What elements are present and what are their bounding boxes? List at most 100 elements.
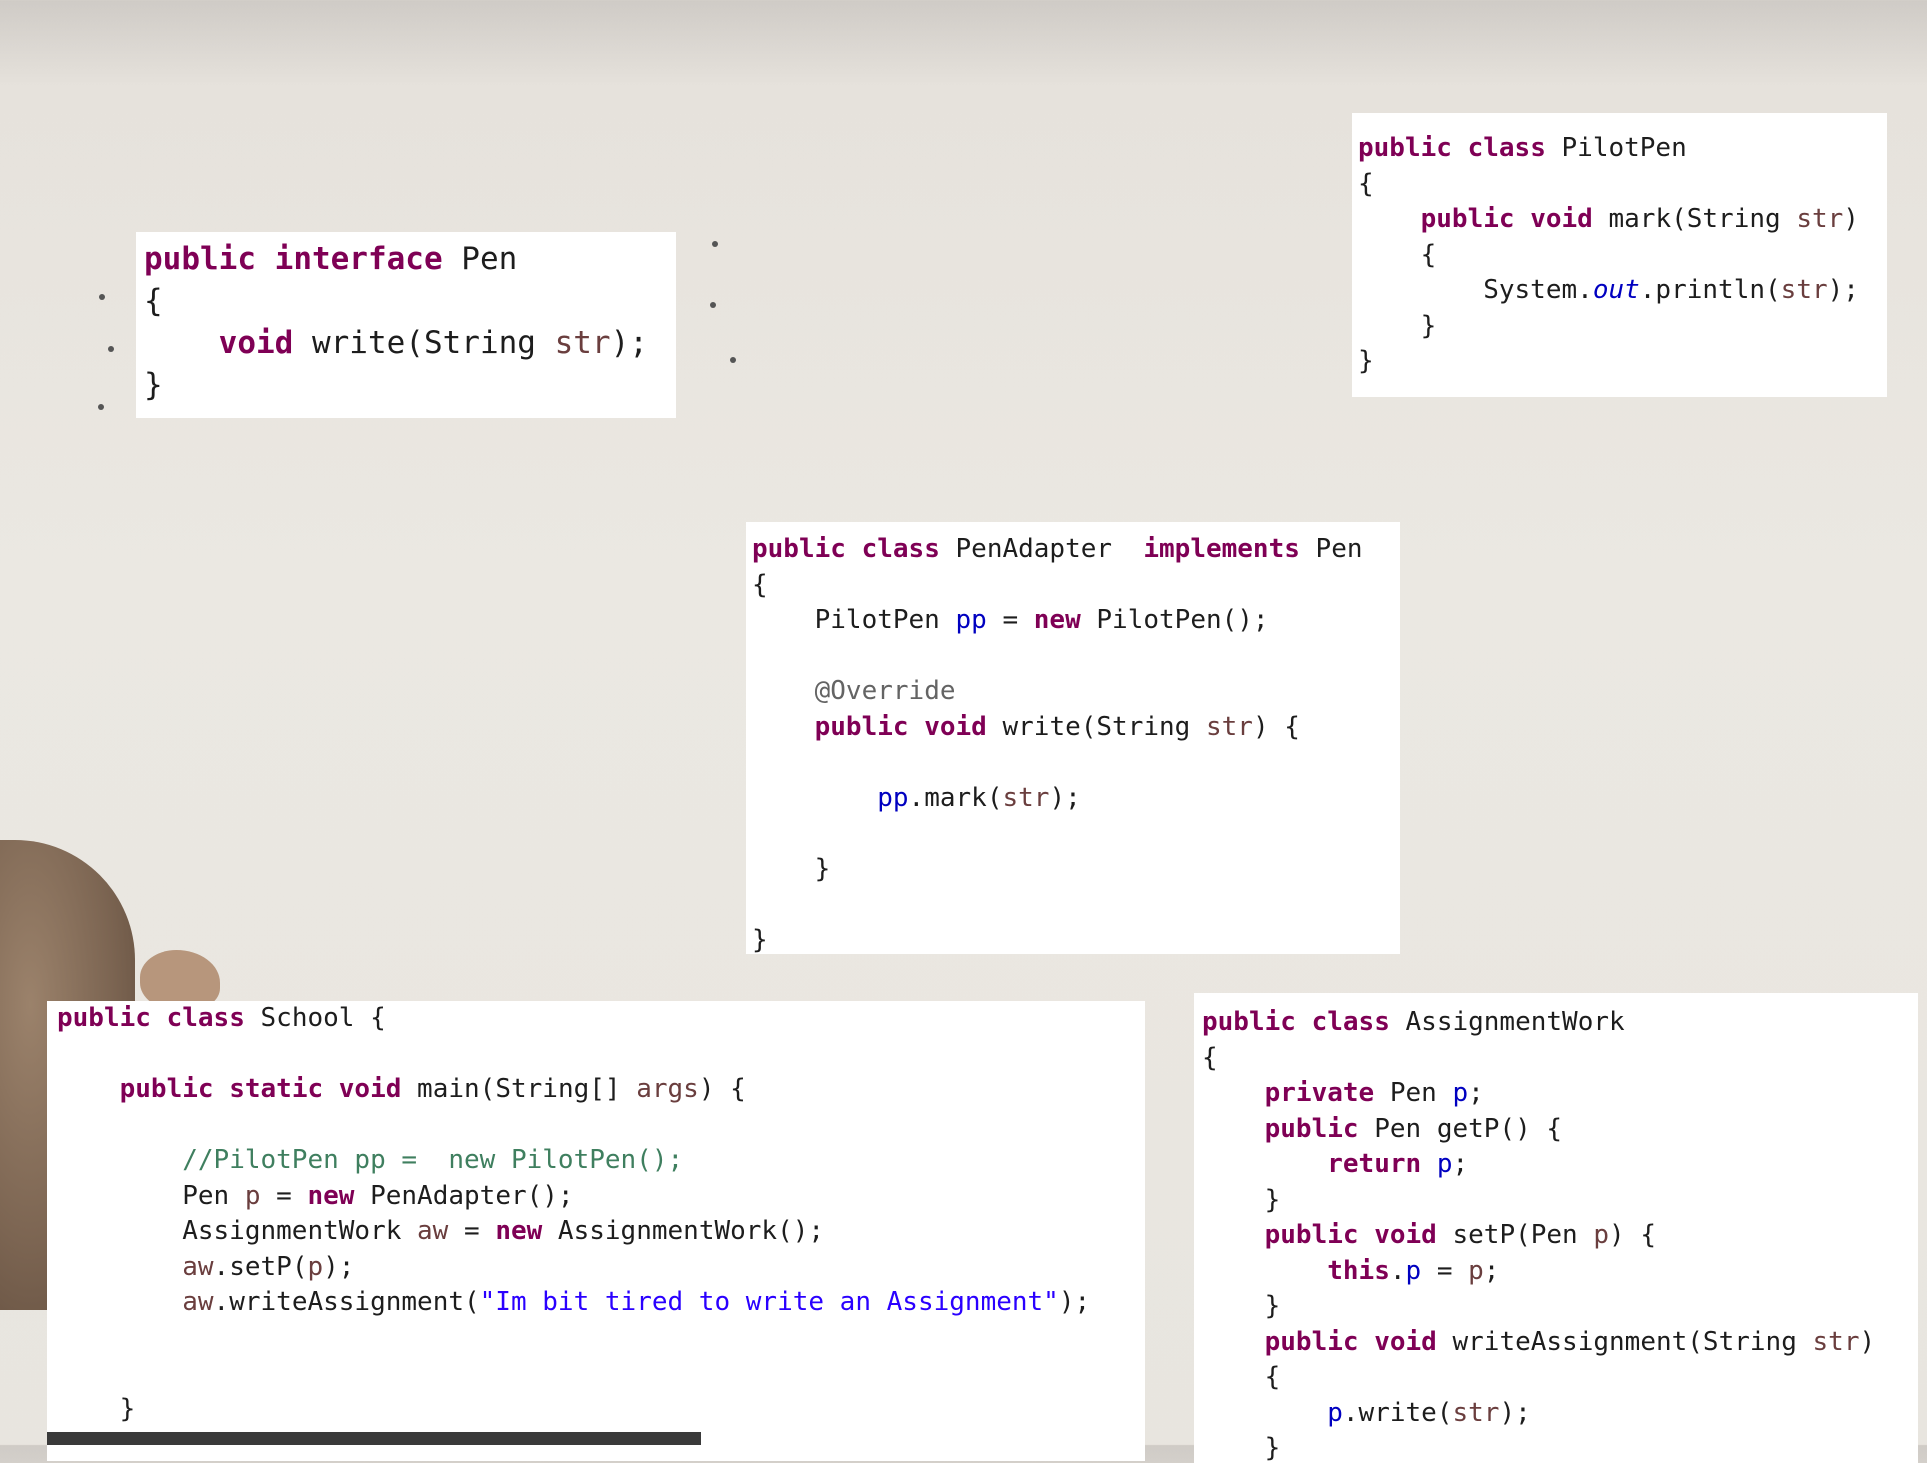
- code-line: {: [144, 280, 676, 322]
- code-token: =: [986, 605, 1034, 635]
- code-line: }: [1202, 1431, 1918, 1463]
- code-token: ) {: [698, 1074, 746, 1104]
- code-token: AssignmentWork: [1389, 1007, 1625, 1037]
- code-token: str: [1452, 1397, 1500, 1428]
- code-token: implements: [1143, 534, 1300, 564]
- code-token: ) {: [1609, 1220, 1656, 1250]
- code-token: }: [1202, 1184, 1281, 1215]
- code-token: static: [229, 1074, 324, 1104]
- code-line: public static void main(String[] args) {: [57, 1072, 1145, 1108]
- code-token: PenAdapter();: [354, 1180, 574, 1211]
- code-token: );: [1827, 275, 1859, 305]
- code-token: public: [1264, 1326, 1359, 1357]
- code-token: }: [1202, 1291, 1281, 1321]
- code-snippet-pilotpen-class: public class PilotPen{ public void mark(…: [1352, 113, 1887, 397]
- code-token: ;: [1468, 1078, 1484, 1108]
- code-token: out: [1592, 275, 1640, 305]
- code-token: aw: [182, 1251, 214, 1282]
- code-token: void: [218, 325, 294, 361]
- code-token: .println(: [1639, 275, 1781, 305]
- code-line: public class AssignmentWork: [1202, 1005, 1918, 1041]
- code-line: {: [752, 568, 1400, 604]
- code-line: public class PenAdapter implements Pen: [752, 532, 1400, 568]
- code-token: interface: [274, 241, 443, 277]
- code-token: p: [1468, 1255, 1484, 1286]
- code-snippet-penadapter-class: public class PenAdapter implements Pen{ …: [746, 522, 1400, 954]
- code-line: public void write(String str) {: [752, 710, 1400, 746]
- code-token: {: [144, 283, 163, 319]
- code-token: .: [1389, 1255, 1406, 1286]
- code-token: new: [495, 1216, 543, 1246]
- code-token: new: [307, 1180, 355, 1211]
- code-line: public class School {: [57, 1001, 1145, 1037]
- code-token: args: [636, 1074, 699, 1104]
- code-line: }: [57, 1392, 1145, 1428]
- code-token: private: [1264, 1078, 1375, 1108]
- code-line: }: [752, 923, 1400, 955]
- code-token: PilotPen();: [1080, 605, 1269, 635]
- code-line: public void writeAssignment(String str): [1202, 1325, 1918, 1361]
- code-token: =: [448, 1216, 496, 1246]
- code-token: }: [144, 367, 163, 403]
- code-token: main(String[]: [401, 1074, 637, 1104]
- code-line: }: [1202, 1289, 1918, 1325]
- code-token: aw: [182, 1287, 214, 1317]
- code-line: {: [1202, 1360, 1918, 1396]
- code-line: PilotPen pp = new PilotPen();: [752, 603, 1400, 639]
- code-token: p: [1436, 1149, 1453, 1179]
- code-token: );: [323, 1251, 355, 1282]
- code-token: ;: [1452, 1149, 1469, 1179]
- code-token: Pen: [1374, 1078, 1453, 1108]
- code-token: PenAdapter: [939, 534, 1144, 564]
- code-token: Pen: [57, 1180, 245, 1211]
- code-line: public Pen getP() {: [1202, 1112, 1918, 1148]
- code-token: "Im bit tired to write an Assignment": [479, 1287, 1059, 1317]
- code-token: Pen getP() {: [1358, 1113, 1563, 1144]
- code-line: AssignmentWork aw = new AssignmentWork()…: [57, 1214, 1145, 1250]
- code-token: p: [1593, 1220, 1610, 1250]
- marker-dot: [730, 357, 736, 363]
- code-line: p.write(str);: [1202, 1396, 1918, 1432]
- code-token: .mark(: [908, 782, 1003, 813]
- code-token: aw: [417, 1216, 449, 1246]
- code-line: pp.mark(str);: [752, 781, 1400, 817]
- code-token: setP(Pen: [1436, 1220, 1594, 1250]
- code-token: class: [861, 534, 940, 564]
- code-line: void write(String str);: [144, 322, 676, 364]
- code-token: public: [1264, 1113, 1359, 1144]
- code-token: writeAssignment(String: [1436, 1326, 1813, 1357]
- code-token: class: [1467, 133, 1546, 163]
- code-token: pp: [877, 782, 909, 813]
- code-line: System.out.println(str);: [1358, 273, 1887, 309]
- code-token: //PilotPen pp = new PilotPen();: [182, 1145, 684, 1175]
- video-progress-bar[interactable]: [47, 1432, 701, 1445]
- code-token: );: [1058, 1287, 1091, 1317]
- code-snippet-assignmentwork-class: public class AssignmentWork { private Pen…: [1194, 993, 1918, 1463]
- code-line: {: [1358, 238, 1887, 274]
- code-token: {: [752, 569, 768, 600]
- code-line: }: [144, 364, 676, 406]
- code-line: aw.setP(p);: [57, 1250, 1145, 1286]
- code-token: }: [1358, 346, 1374, 376]
- code-token: public: [1202, 1007, 1296, 1037]
- code-line: @Override: [752, 674, 1400, 710]
- code-token: void: [924, 711, 987, 742]
- marker-dot: [99, 294, 105, 300]
- code-token: Pen: [442, 241, 518, 277]
